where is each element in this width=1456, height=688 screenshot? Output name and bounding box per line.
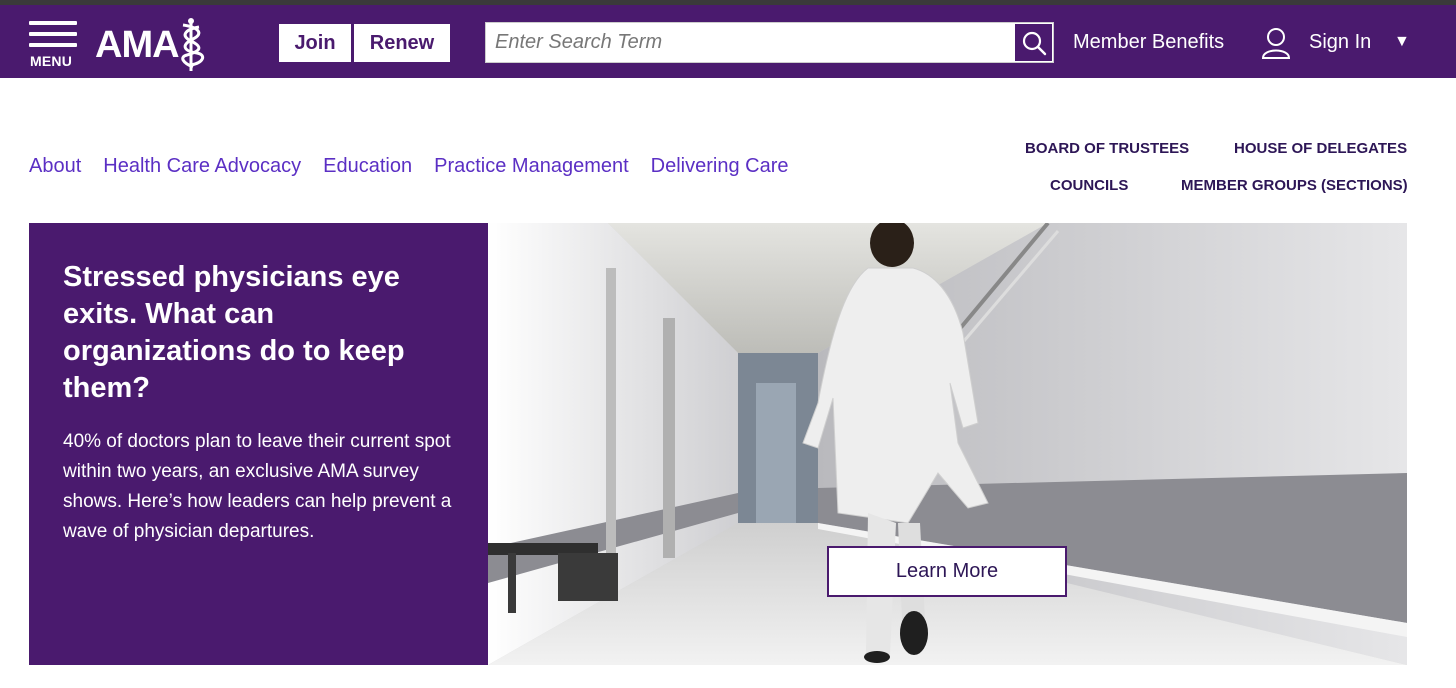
councils-link[interactable]: COUNCILS (1050, 177, 1128, 194)
logo-text: AMA (95, 23, 180, 66)
nav-item-delivering-care[interactable]: Delivering Care (651, 155, 789, 178)
hero-description: 40% of doctors plan to leave their curre… (63, 431, 452, 542)
ama-logo[interactable]: AMA (95, 17, 211, 73)
nav-item-education[interactable]: Education (323, 155, 412, 178)
search-button[interactable] (1015, 24, 1052, 61)
search-input[interactable] (486, 23, 1016, 62)
nav-item-health-care-advocacy[interactable]: Health Care Advocacy (103, 155, 301, 178)
nav-item-about[interactable]: About (29, 155, 81, 178)
menu-label: MENU (30, 53, 73, 69)
search-icon (1022, 31, 1046, 55)
member-benefits-link[interactable]: Member Benefits (1073, 31, 1224, 54)
nav-item-practice-management[interactable]: Practice Management (434, 155, 629, 178)
search-box (485, 22, 1054, 63)
member-groups-link[interactable]: MEMBER GROUPS (SECTIONS) (1181, 177, 1408, 194)
hero-title[interactable]: Stressed physicians eye exits. What can … (63, 259, 463, 407)
user-icon[interactable] (1261, 27, 1291, 59)
hero-image[interactable] (488, 223, 1407, 665)
main-nav: About Health Care Advocacy Education Pra… (29, 155, 811, 178)
menu-button[interactable]: MENU (28, 18, 78, 74)
learn-more-button[interactable]: Learn More (827, 546, 1067, 597)
house-of-delegates-link[interactable]: HOUSE OF DELEGATES (1234, 140, 1407, 157)
ama-caduceus-icon (180, 18, 204, 71)
renew-button[interactable]: Renew (354, 24, 450, 62)
site-header: MENU AMA Join Renew Member Benefits Sign… (0, 5, 1456, 78)
sign-in-link[interactable]: Sign In (1309, 31, 1371, 54)
hero-banner: Stressed physicians eye exits. What can … (29, 223, 1407, 665)
hallway-photo (488, 223, 1407, 665)
board-of-trustees-link[interactable]: BOARD OF TRUSTEES (1025, 140, 1189, 157)
caret-down-icon[interactable]: ▼ (1394, 33, 1410, 51)
join-button[interactable]: Join (279, 24, 351, 62)
hero-text-panel: Stressed physicians eye exits. What can … (29, 223, 488, 665)
